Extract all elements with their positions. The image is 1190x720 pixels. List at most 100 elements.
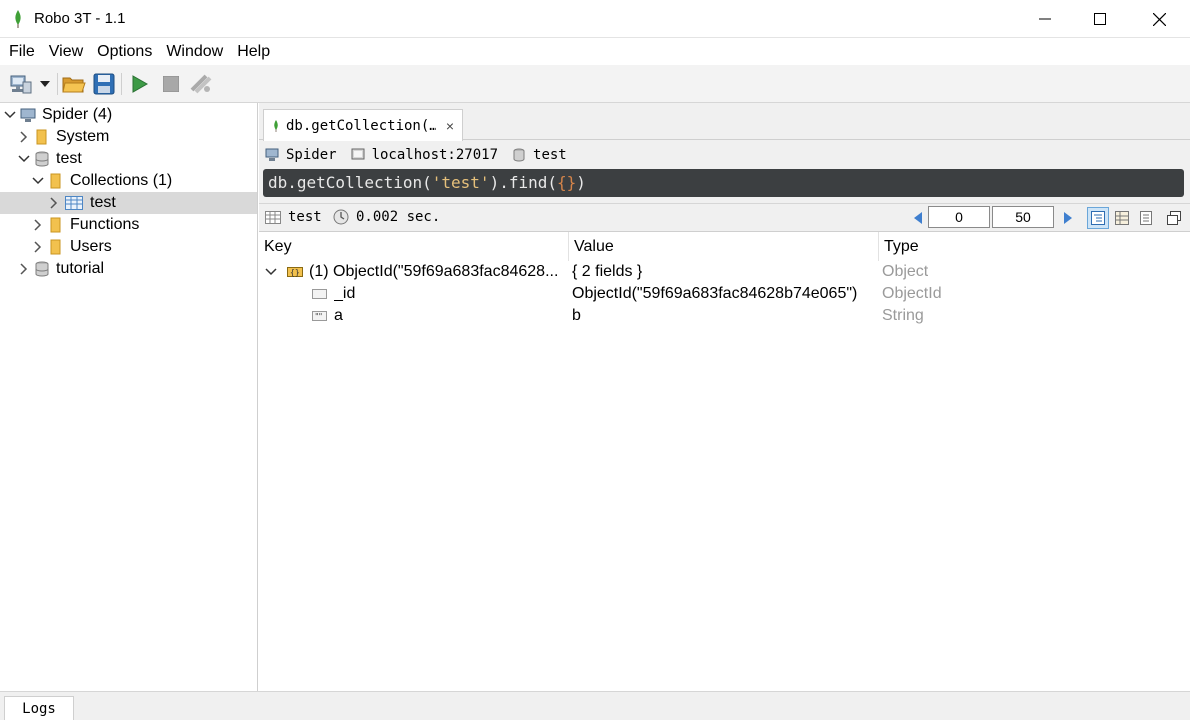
page-next-button[interactable]	[1057, 207, 1079, 229]
svg-text:{}: {}	[290, 268, 300, 277]
chevron-down-icon[interactable]	[4, 109, 16, 121]
info-database: test	[512, 147, 567, 163]
menu-help[interactable]: Help	[230, 38, 277, 65]
info-server: Spider	[265, 147, 337, 163]
chevron-right-icon[interactable]	[48, 197, 60, 209]
info-server-label: Spider	[286, 147, 337, 163]
result-time: 0.002 sec.	[333, 209, 440, 225]
minimize-button[interactable]	[1016, 0, 1074, 38]
tree-label: test	[90, 194, 116, 211]
menu-view[interactable]: View	[42, 38, 90, 65]
execute-play-icon	[132, 75, 148, 93]
table-view-icon	[1115, 211, 1129, 225]
close-tab-icon[interactable]: ×	[446, 118, 454, 134]
info-host-label: localhost:27017	[371, 147, 499, 163]
explain-button[interactable]	[188, 72, 214, 96]
query-mid: ).find(	[489, 173, 557, 192]
folder-icon	[48, 217, 64, 233]
tree-label: Users	[70, 238, 112, 255]
menu-options[interactable]: Options	[90, 38, 159, 65]
computer-icon	[351, 148, 365, 162]
result-collection: test	[265, 209, 322, 225]
chevron-right-icon[interactable]	[18, 263, 30, 275]
menu-bar: File View Options Window Help	[0, 38, 1190, 65]
tree-node-system[interactable]: System	[0, 126, 257, 148]
minimize-icon	[1039, 18, 1051, 20]
text-view-button[interactable]	[1135, 207, 1157, 229]
tab-query[interactable]: db.getCollection(… ×	[263, 109, 463, 141]
tree-node-test-db[interactable]: test	[0, 148, 257, 170]
menu-window[interactable]: Window	[159, 38, 230, 65]
query-prefix: db.getCollection(	[268, 173, 432, 192]
open-button[interactable]	[61, 72, 87, 96]
server-icon	[265, 148, 279, 162]
tree-label: tutorial	[56, 260, 105, 277]
column-header-value[interactable]: Value	[569, 232, 879, 261]
clock-icon	[333, 209, 349, 225]
row-key: a	[334, 307, 343, 324]
tree-node-collections[interactable]: Collections (1)	[0, 170, 257, 192]
database-icon	[34, 261, 50, 277]
result-collection-label: test	[288, 209, 322, 225]
row-key: (1) ObjectId("59f69a683fac84628...	[309, 263, 559, 280]
result-row[interactable]: _id ObjectId("59f69a683fac84628b74e065")…	[259, 283, 1190, 305]
result-row[interactable]: "" a b String	[259, 305, 1190, 327]
window-title: Robo 3T - 1.1	[34, 10, 126, 27]
tree-node-test-collection[interactable]: test	[0, 192, 257, 214]
collection-table-icon	[64, 195, 84, 211]
dropdown-arrow-icon	[40, 81, 50, 87]
tree-node-spider[interactable]: Spider (4)	[0, 104, 257, 126]
bottom-bar: Logs	[0, 691, 1190, 720]
chevron-right-icon[interactable]	[18, 131, 30, 143]
query-collection-arg: 'test'	[431, 173, 490, 192]
tab-bar: db.getCollection(… ×	[259, 103, 1190, 141]
title-bar: Robo 3T - 1.1	[0, 0, 1190, 38]
results-tree-view: Key Value Type {} (1) ObjectId("59f69a68…	[259, 231, 1190, 691]
query-editor[interactable]: db.getCollection('test').find({})	[263, 169, 1184, 197]
arrow-right-icon	[1064, 212, 1072, 224]
tab-label: db.getCollection(…	[286, 117, 436, 134]
server-icon	[20, 107, 36, 123]
column-header-key[interactable]: Key	[259, 232, 569, 261]
tree-label: Functions	[70, 216, 140, 233]
column-header-type[interactable]: Type	[879, 232, 1190, 261]
info-host: localhost:27017	[351, 147, 498, 163]
tree-label: System	[56, 128, 110, 145]
connect-dropdown-button[interactable]	[36, 72, 54, 96]
folder-icon	[48, 173, 64, 189]
database-icon	[512, 148, 526, 162]
chevron-right-icon[interactable]	[32, 219, 44, 231]
folder-icon	[34, 129, 50, 145]
maximize-results-button[interactable]	[1163, 207, 1185, 229]
string-icon: ""	[312, 305, 328, 334]
menu-file[interactable]: File	[2, 38, 42, 65]
query-braces: {}	[557, 173, 577, 192]
toolbar	[0, 65, 1190, 103]
stop-button[interactable]	[158, 72, 184, 96]
logs-tab[interactable]: Logs	[4, 696, 74, 720]
connect-button[interactable]	[8, 72, 34, 96]
svg-text:"": ""	[315, 312, 322, 321]
save-icon	[93, 73, 115, 95]
result-row[interactable]: {} (1) ObjectId("59f69a683fac84628... { …	[259, 261, 1190, 283]
page-prev-button[interactable]	[907, 207, 929, 229]
tree-view-button[interactable]	[1087, 207, 1109, 229]
skip-input[interactable]: 0	[928, 206, 990, 228]
chevron-down-icon[interactable]	[18, 153, 30, 165]
arrow-left-icon	[914, 212, 922, 224]
tree-node-tutorial[interactable]: tutorial	[0, 258, 257, 280]
stop-icon	[163, 76, 179, 92]
limit-input[interactable]: 50	[992, 206, 1054, 228]
chevron-down-icon[interactable]	[32, 175, 44, 187]
table-view-button[interactable]	[1111, 207, 1133, 229]
row-value: b	[572, 307, 581, 324]
maximize-button[interactable]	[1071, 0, 1129, 38]
connection-tree: Spider (4) System test Collections (1) t…	[0, 103, 258, 691]
tree-node-users[interactable]: Users	[0, 236, 257, 258]
tree-node-functions[interactable]: Functions	[0, 214, 257, 236]
chevron-right-icon[interactable]	[32, 241, 44, 253]
execute-button[interactable]	[127, 72, 153, 96]
save-button[interactable]	[91, 72, 117, 96]
close-window-button[interactable]	[1130, 0, 1188, 38]
query-workspace: db.getCollection(… × Spider localhost:27…	[259, 103, 1190, 691]
